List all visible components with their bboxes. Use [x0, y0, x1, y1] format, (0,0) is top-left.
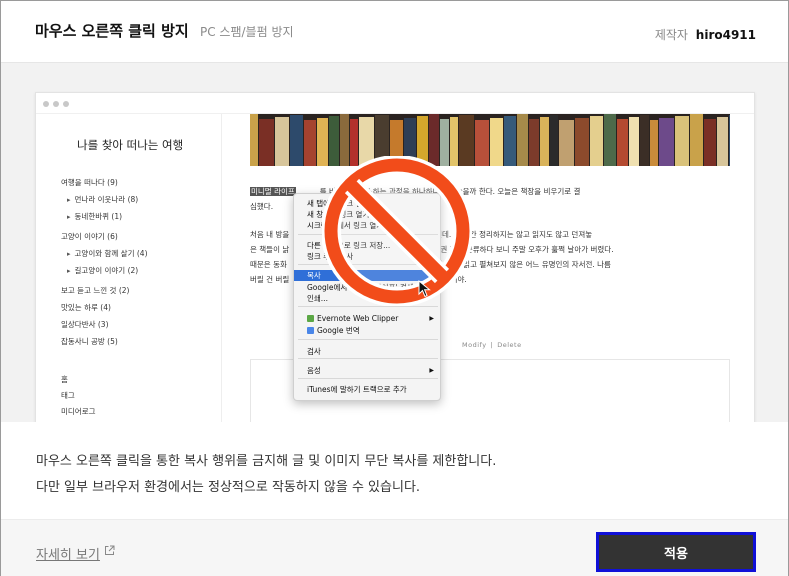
context-menu-item: iTunes에 말하기 트랙으로 추가	[294, 384, 440, 395]
sidebar-category-item: 고양이 이야기 (6)	[61, 232, 118, 241]
context-menu-divider	[298, 378, 438, 379]
book-spine	[517, 114, 528, 166]
maker-label: 제작자	[654, 28, 688, 42]
book-spine	[690, 114, 703, 166]
maker-name: hiro4911	[695, 28, 756, 42]
sidebar-category-item: 동네한바퀴 (1)	[67, 211, 123, 222]
window-dot-icon	[63, 101, 69, 107]
post-text: 심했다.	[250, 202, 274, 211]
window-dot-icon	[53, 101, 59, 107]
google-translate-icon	[307, 327, 314, 334]
sidebar-category-item: 길고양이 이야기 (2)	[67, 265, 139, 276]
book-spine	[290, 115, 303, 166]
book-spine	[717, 117, 728, 166]
prohibited-icon	[322, 156, 472, 306]
context-menu-item: Evernote Web Clipper ▶	[294, 313, 440, 324]
sidebar-category-item: 잡동사니 공방 (5)	[61, 337, 118, 346]
description-line-2: 다만 일부 브라우저 환경에서는 정상적으로 작동하지 않을 수 있습니다.	[36, 480, 421, 495]
context-menu-item: 음성 ▶	[294, 365, 440, 376]
delete-link: Delete	[497, 341, 522, 349]
submenu-arrow-icon: ▶	[429, 367, 434, 374]
description: 마우스 오른쪽 클릭을 통한 복사 행위를 금지해 글 및 이미지 무단 복사를…	[1, 422, 788, 519]
sidebar-category-item: 태그	[61, 391, 75, 400]
description-line-1: 마우스 오른쪽 클릭을 통한 복사 행위를 금지해 글 및 이미지 무단 복사를…	[36, 454, 497, 469]
context-menu-label: Google 번역	[317, 326, 360, 335]
book-spine	[475, 120, 489, 166]
book-spine	[704, 119, 716, 166]
selected-text: 미니멀 라이프	[250, 187, 296, 196]
page-title: 마우스 오른쪽 클릭 방지	[35, 22, 189, 40]
context-menu-label: 검사	[307, 347, 321, 356]
sidebar-category-item: 여행을 떠나다 (9)	[61, 178, 118, 187]
blog-sidebar: 나를 찾아 떠나는 여행 여행을 떠나다 (9) 먼나라 이웃나라 (8) 동네한바…	[36, 114, 222, 422]
dialog-window: 마우스 오른쪽 클릭 방지 PC 스팸/블펌 방지 제작자 hiro4911 나…	[0, 0, 789, 576]
more-info-link[interactable]: 자세히 보기	[36, 544, 100, 563]
book-spine	[640, 115, 649, 166]
context-menu-item: 검사	[294, 346, 440, 357]
book-spine	[250, 114, 258, 166]
book-spine	[629, 117, 639, 166]
sidebar-category-item: 홈	[61, 375, 68, 384]
dialog-footer: 자세히 보기 적용	[1, 519, 788, 576]
mouse-cursor-icon	[418, 280, 431, 298]
window-dot-icon	[43, 101, 49, 107]
browser-titlebar	[36, 93, 754, 114]
blog-title: 나를 찾아 떠나는 여행	[77, 138, 184, 152]
context-menu-label: 음성	[307, 366, 321, 375]
book-spine	[617, 119, 628, 166]
book-spine	[259, 119, 274, 166]
context-menu-divider	[298, 358, 438, 359]
book-spine	[604, 114, 616, 166]
context-menu-divider	[298, 339, 438, 340]
book-spine	[675, 116, 689, 166]
maker-info: 제작자 hiro4911	[655, 26, 756, 43]
context-menu-item: Google 번역	[294, 325, 440, 336]
sidebar-category-item: 먼나라 이웃나라 (8)	[67, 194, 139, 205]
page-subtitle: PC 스팸/블펌 방지	[200, 25, 294, 39]
apply-button[interactable]: 적용	[596, 532, 756, 572]
book-spine	[304, 120, 316, 166]
book-spine	[559, 120, 574, 166]
external-link-icon[interactable]	[104, 545, 115, 556]
book-spine	[490, 118, 503, 166]
context-menu-divider	[298, 306, 438, 307]
post-actions: Modify | Delete	[462, 341, 522, 349]
sidebar-category-item: 보고 듣고 느낀 것 (2)	[61, 286, 130, 295]
context-menu-label: iTunes에 말하기 트랙으로 추가	[307, 385, 407, 394]
book-spine	[540, 117, 549, 166]
dialog-header: 마우스 오른쪽 클릭 방지 PC 스팸/블펌 방지 제작자 hiro4911	[1, 1, 788, 63]
sidebar-category-item: 미디어로그	[61, 407, 96, 416]
book-spine	[504, 116, 516, 166]
modify-link: Modify	[462, 341, 487, 349]
context-menu-label: 복사	[307, 271, 321, 280]
submenu-arrow-icon: ▶	[429, 315, 434, 322]
evernote-icon	[307, 315, 314, 322]
book-spine	[550, 115, 558, 166]
book-spine	[590, 116, 603, 166]
book-spine	[729, 115, 730, 166]
sidebar-category-item: 맛있는 하루 (4)	[61, 303, 111, 312]
sidebar-category-item: 일상다반사 (3)	[61, 320, 109, 329]
book-spine	[650, 120, 658, 166]
book-spine	[659, 118, 674, 166]
context-menu-label: Evernote Web Clipper	[317, 314, 399, 323]
book-spine	[575, 118, 589, 166]
sidebar-category-item: 고양이와 함께 살기 (4)	[67, 248, 148, 259]
book-spine	[529, 119, 539, 166]
book-spine	[275, 117, 289, 166]
